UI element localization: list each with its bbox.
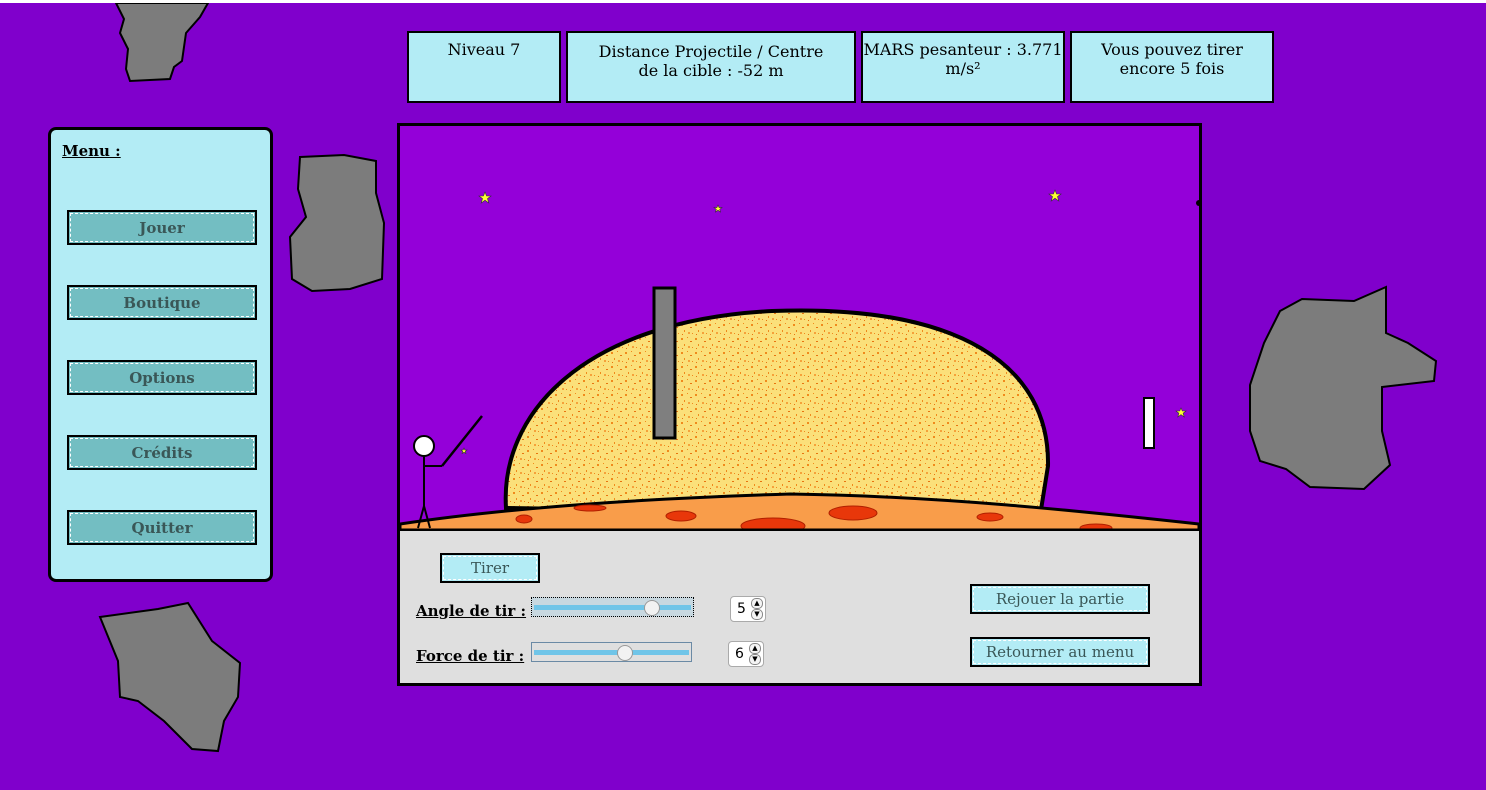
menu-title: Menu : (62, 142, 121, 160)
shop-button[interactable]: Boutique (67, 285, 257, 320)
angle-up-arrow[interactable]: ▲ (751, 598, 763, 609)
distance-indicator: Distance Projectile / Centre de la cible… (566, 31, 856, 103)
force-slider-thumb[interactable] (617, 645, 633, 661)
angle-slider[interactable] (531, 597, 694, 617)
game-area: Tirer Angle de tir : 5 ▲ ▼ Force de tir :… (397, 123, 1202, 686)
angle-down-arrow[interactable]: ▼ (751, 609, 763, 620)
asteroid-bottom-left (98, 601, 242, 753)
shots-line-2: encore 5 fois (1119, 59, 1225, 78)
game-canvas[interactable] (400, 126, 1199, 531)
level-indicator: Niveau 7 (407, 31, 561, 103)
force-label: Force de tir : (416, 647, 525, 665)
force-down-arrow[interactable]: ▼ (749, 654, 761, 665)
asteroid-top-left (114, 3, 210, 83)
shots-remaining-indicator: Vous pouvez tirer encore 5 fois (1070, 31, 1274, 103)
gravity-line-1: MARS pesanteur : 3.771 (863, 40, 1063, 59)
force-slider[interactable] (531, 642, 692, 662)
angle-value: 5 (737, 601, 746, 617)
asteroid-left-mid (288, 153, 386, 293)
quit-button[interactable]: Quitter (67, 510, 257, 545)
target (1143, 397, 1155, 449)
back-to-menu-button[interactable]: Retourner au menu (970, 637, 1150, 667)
replay-button[interactable]: Rejouer la partie (970, 584, 1150, 614)
gravity-indicator: MARS pesanteur : 3.771 m/s² (861, 31, 1065, 103)
angle-spinner[interactable]: 5 ▲ ▼ (730, 596, 766, 622)
angle-label: Angle de tir : (416, 602, 527, 620)
gravity-line-2: m/s² (945, 59, 981, 78)
distance-line-1: Distance Projectile / Centre (598, 42, 824, 61)
distance-line-2: de la cible : -52 m (638, 61, 784, 80)
fire-button[interactable]: Tirer (440, 553, 540, 583)
obstacle-pillar (652, 286, 677, 440)
play-button[interactable]: Jouer (67, 210, 257, 245)
main-menu: Menu : Jouer Boutique Options Crédits Qu… (48, 127, 273, 582)
credits-button[interactable]: Crédits (67, 435, 257, 470)
force-spinner[interactable]: 6 ▲ ▼ (728, 641, 764, 667)
options-button[interactable]: Options (67, 360, 257, 395)
force-value: 6 (735, 646, 744, 662)
asteroid-right (1249, 285, 1438, 491)
level-text: Niveau 7 (447, 40, 521, 59)
force-up-arrow[interactable]: ▲ (749, 643, 761, 654)
shots-line-1: Vous pouvez tirer (1101, 40, 1243, 59)
control-panel: Tirer Angle de tir : 5 ▲ ▼ Force de tir :… (400, 531, 1199, 683)
angle-slider-thumb[interactable] (644, 600, 660, 616)
